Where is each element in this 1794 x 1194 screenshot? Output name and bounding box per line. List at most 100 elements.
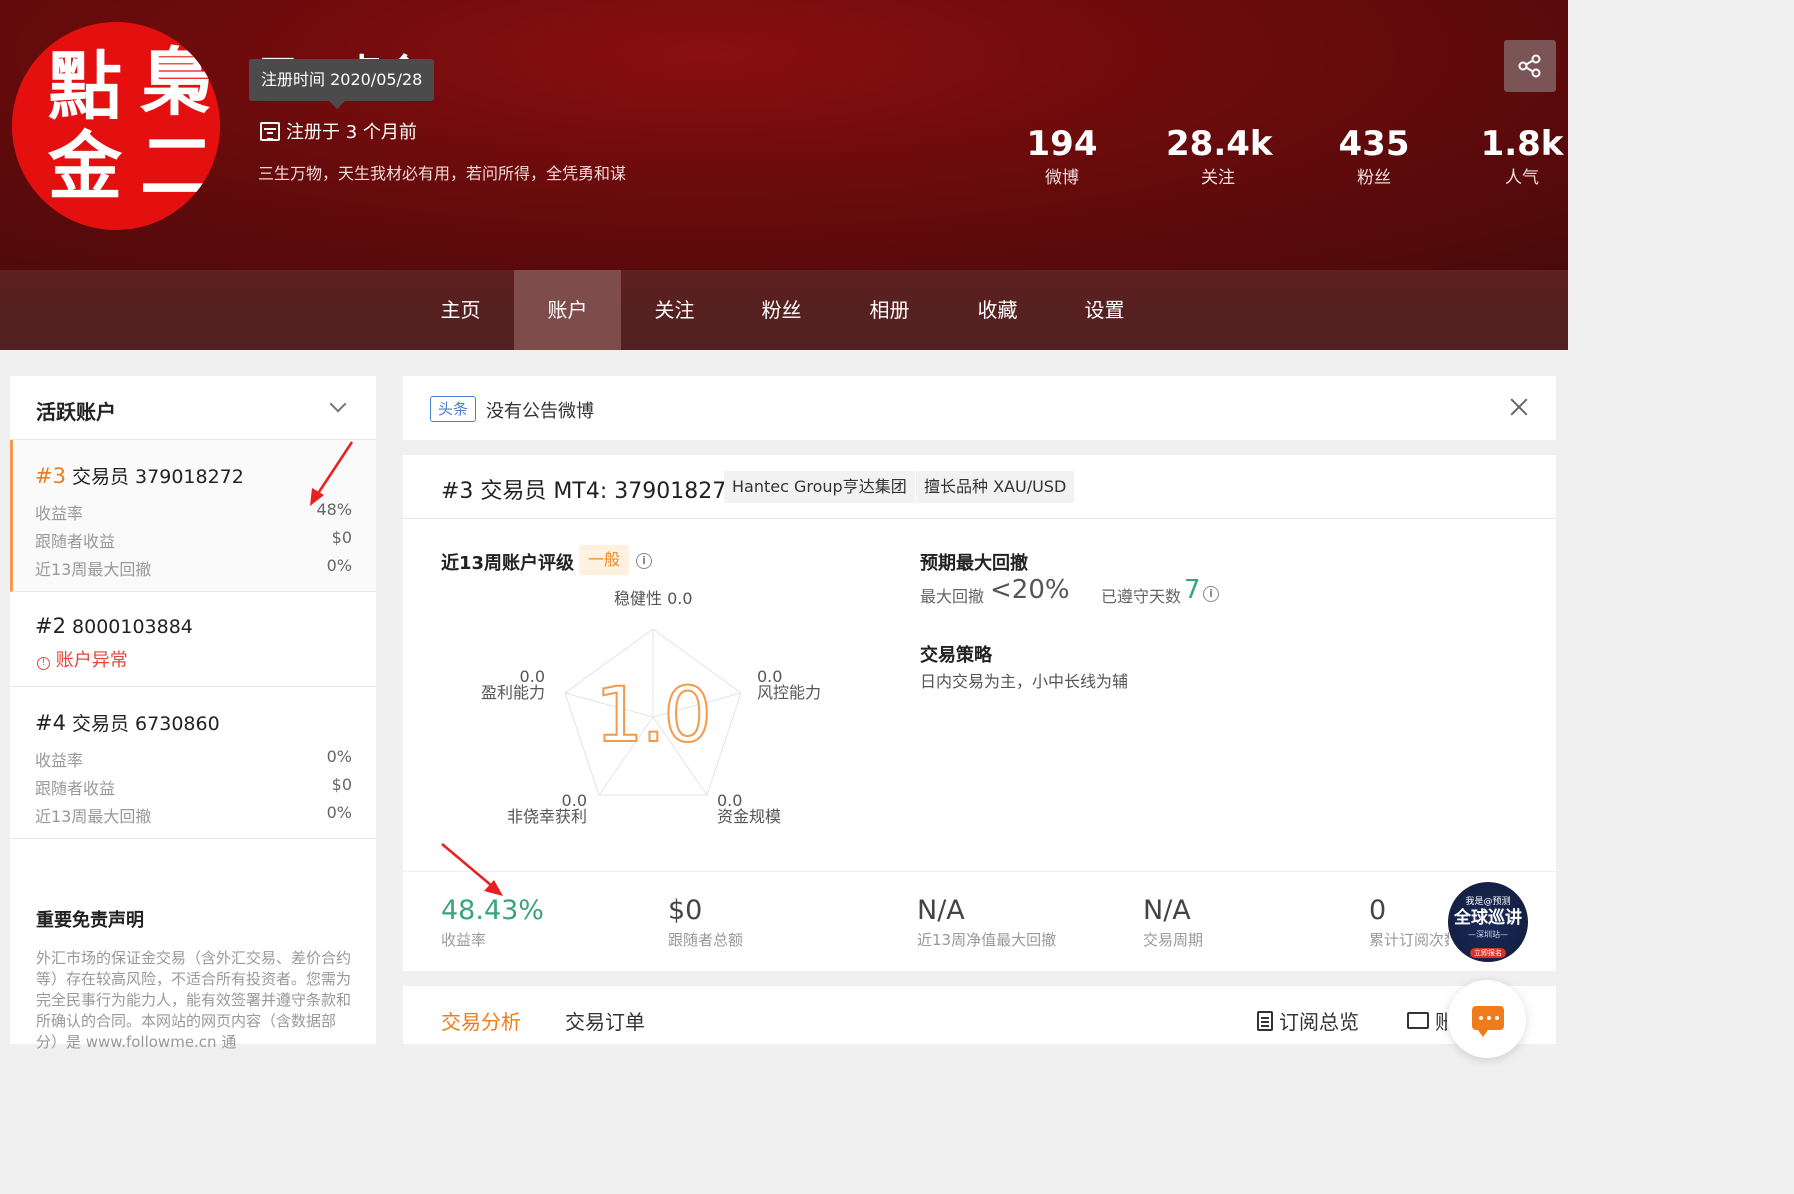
stat-number: 435 <box>1338 124 1410 164</box>
radar-label: 风控能力 <box>757 683 822 702</box>
kpi-subscriptions: 0 累计订阅次数 <box>1369 895 1449 953</box>
days-label: 已遵守天数 <box>1101 587 1182 606</box>
share-icon <box>1518 54 1541 78</box>
notice-bar: 头条 没有公告微博 <box>403 376 1556 440</box>
close-icon[interactable] <box>1510 398 1528 416</box>
kpi-label: 累计订阅次数 <box>1369 931 1449 949</box>
share-button[interactable] <box>1504 40 1556 92</box>
account-detail-card: #3 交易员 MT4: 379018272 Hantec Group亨达集团 擅… <box>403 455 1556 971</box>
rating-score: 1.0 <box>594 669 713 760</box>
drawdown-value: <20% <box>990 575 1070 605</box>
promo-title: 全球巡讲 <box>1454 908 1522 928</box>
register-tooltip: 注册时间 2020/05/28 <box>249 59 435 109</box>
account-card-button[interactable]: 账户 <box>1407 1006 1447 1035</box>
headline-tag: 头条 <box>430 396 477 422</box>
strategy-title: 交易策略 <box>920 645 992 666</box>
tab-trade-analysis[interactable]: 交易分析 <box>441 1006 521 1035</box>
stat-fans[interactable]: 435 粉丝 <box>1334 124 1414 192</box>
stat-number: 1.8k <box>1480 124 1564 164</box>
account-item[interactable]: #2 8000103884 ! 账户异常 <box>10 592 376 687</box>
card-header: #3 交易员 MT4: 379018272 Hantec Group亨达集团 擅… <box>403 455 1556 519</box>
row-label: 跟随者收益 <box>35 532 116 551</box>
row-value: 0% <box>326 747 352 766</box>
account-rank: #3 <box>35 464 66 488</box>
strategy-text: 日内交易为主，小中长线为辅 <box>920 672 1129 691</box>
row-label: 收益率 <box>35 751 84 770</box>
nav-favorites[interactable]: 收藏 <box>944 270 1051 350</box>
info-icon[interactable]: i <box>636 553 652 569</box>
tool-label: 订阅总览 <box>1279 1010 1359 1034</box>
account-name: 8000103884 <box>72 616 193 638</box>
days-value: 7 <box>1184 575 1201 605</box>
kpi-value: N/A <box>1143 895 1191 926</box>
stat-popularity: 1.8k 人气 <box>1478 124 1566 192</box>
kpi-value: $0 <box>668 895 703 926</box>
kpi-follower-total: $0 跟随者总额 <box>668 895 743 953</box>
avatar-char: 點 <box>48 44 122 130</box>
broker-chip[interactable]: Hantec Group亨达集团 <box>724 471 915 503</box>
disclaimer-text: 外汇市场的保证金交易（含外汇交易、差价合约等）存在较高风险，不适合所有投资者。您… <box>36 949 352 1051</box>
accounts-dropdown[interactable]: 活跃账户 <box>10 376 376 440</box>
nav-following[interactable]: 关注 <box>621 270 728 350</box>
drawdown-label: 最大回撤 <box>920 587 985 606</box>
profile-banner: 點 梟 金 二 五二点金 注册时间 2020/05/28 注册于 3 个月前 三… <box>0 0 1568 270</box>
account-title: #4 交易员 6730860 <box>35 709 220 736</box>
rating-badge: 一般 <box>579 545 629 575</box>
kpi-trade-period: N/A 交易周期 <box>1143 895 1203 953</box>
stat-posts[interactable]: 194 微博 <box>1022 124 1102 192</box>
kpi-max-drawdown: N/A 近13周净值最大回撤 <box>917 895 1056 953</box>
kpi-label: 收益率 <box>441 931 487 949</box>
account-heading: #3 交易员 MT4: 379018272 <box>441 479 741 504</box>
profile-nav: 主页 账户 关注 粉丝 相册 收藏 设置 <box>0 270 1568 350</box>
rating-title: 近13周账户评级 <box>441 553 575 574</box>
account-title: #2 8000103884 <box>35 614 193 638</box>
avatar[interactable]: 點 梟 金 二 <box>12 22 220 230</box>
avatar-char: 金 <box>48 124 122 210</box>
radar-value: 0.0 <box>667 589 693 608</box>
disclaimer-title: 重要免责声明 <box>36 910 144 931</box>
radar-label: 盈利能力 <box>480 683 545 702</box>
row-label: 近13周最大回撤 <box>35 807 152 826</box>
nav-home[interactable]: 主页 <box>407 270 514 350</box>
radar-axis: 稳健性 0.0 <box>614 591 693 607</box>
row-value: 0% <box>326 803 352 822</box>
info-icon[interactable]: i <box>1203 586 1219 602</box>
avatar-char: 二 <box>140 124 214 210</box>
stat-label: 关注 <box>1201 168 1235 188</box>
register-info: 注册于 3 个月前 <box>260 118 417 144</box>
promo-badge[interactable]: 我是@预测 全球巡讲 —深圳站— 立即报名 <box>1448 882 1528 962</box>
stat-number: 28.4k <box>1166 124 1273 164</box>
account-name: 交易员 379018272 <box>72 466 244 488</box>
nav-settings[interactable]: 设置 <box>1051 270 1158 350</box>
stat-label: 微博 <box>1045 168 1079 188</box>
document-icon <box>1257 1010 1273 1031</box>
nav-album[interactable]: 相册 <box>836 270 943 350</box>
promo-text: 我是@预测 <box>1465 897 1511 907</box>
chat-icon <box>1472 1006 1504 1037</box>
stat-following[interactable]: 28.4k 关注 <box>1166 124 1273 192</box>
avatar-char: 梟 <box>140 40 214 126</box>
chevron-down-icon <box>329 395 347 413</box>
nav-account[interactable]: 账户 <box>514 270 621 350</box>
kpi-label: 跟随者总额 <box>668 931 744 949</box>
annotation-arrow <box>441 843 503 896</box>
radar-axis: 0.0 盈利能力 <box>465 669 545 701</box>
user-bio: 三生万物，天生我材必有用，若问所得，全凭勇和谋 <box>258 164 627 183</box>
kpi-label: 近13周净值最大回撤 <box>917 931 1057 949</box>
row-label: 近13周最大回撤 <box>35 560 152 579</box>
radar-axis: 0.0 资金规模 <box>717 793 781 825</box>
row-label: 收益率 <box>35 504 84 523</box>
symbol-chip: 擅长品种 XAU/USD <box>916 471 1075 503</box>
promo-text: —深圳站— <box>1468 930 1508 939</box>
account-row: 收益率 0% <box>35 747 352 771</box>
account-row: 跟随者收益 $0 <box>35 528 352 552</box>
error-text: 账户异常 <box>55 650 128 671</box>
chat-button[interactable] <box>1448 980 1526 1058</box>
tab-trade-orders[interactable]: 交易订单 <box>565 1006 645 1035</box>
row-value: $0 <box>331 528 352 547</box>
nav-fans[interactable]: 粉丝 <box>728 270 835 350</box>
account-name: 交易员 6730860 <box>72 713 220 735</box>
account-item[interactable]: #4 交易员 6730860 收益率 0% 跟随者收益 $0 近13周最大回撤 … <box>10 687 376 839</box>
radar-axis: 0.0 风控能力 <box>757 669 821 701</box>
subscription-overview-button[interactable]: 订阅总览 <box>1257 1006 1359 1035</box>
